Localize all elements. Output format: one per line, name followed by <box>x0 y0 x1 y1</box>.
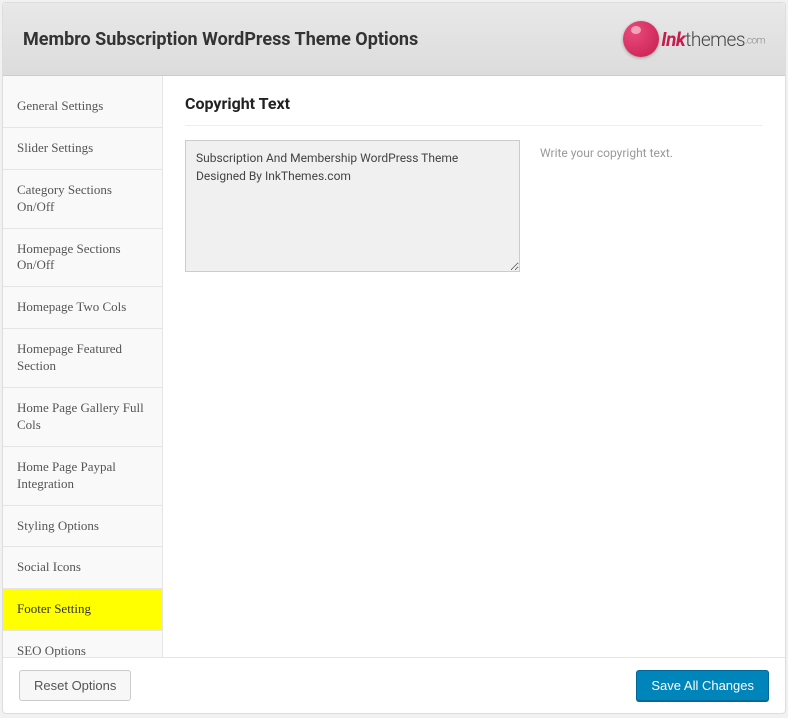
sidebar-item-label: General Settings <box>17 98 103 113</box>
reset-options-button[interactable]: Reset Options <box>19 670 131 701</box>
field-row: Write your copyright text. <box>185 140 763 272</box>
sidebar-item-social-icons[interactable]: Social Icons <box>3 547 162 589</box>
theme-options-panel: Membro Subscription WordPress Theme Opti… <box>2 2 786 714</box>
sidebar-item-category-sections[interactable]: Category Sections On/Off <box>3 170 162 229</box>
sidebar-item-homepage-featured[interactable]: Homepage Featured Section <box>3 329 162 388</box>
sidebar-item-label: Homepage Two Cols <box>17 299 126 314</box>
section-title: Copyright Text <box>185 94 763 126</box>
sidebar-item-label: Footer Setting <box>17 601 91 616</box>
panel-footer: Reset Options Save All Changes <box>3 657 785 713</box>
sidebar-item-footer-setting[interactable]: Footer Setting <box>3 589 162 631</box>
logo-icon <box>623 21 659 57</box>
sidebar-item-label: Styling Options <box>17 518 99 533</box>
sidebar-item-styling-options[interactable]: Styling Options <box>3 506 162 548</box>
sidebar-item-general-settings[interactable]: General Settings <box>3 86 162 128</box>
sidebar-item-homepage-two-cols[interactable]: Homepage Two Cols <box>3 287 162 329</box>
sidebar-item-homepage-sections[interactable]: Homepage Sections On/Off <box>3 229 162 288</box>
sidebar-item-label: Home Page Paypal Integration <box>17 459 116 491</box>
content-area: Copyright Text Write your copyright text… <box>163 76 785 657</box>
sidebar-item-label: Homepage Featured Section <box>17 341 122 373</box>
sidebar-item-label: Social Icons <box>17 559 81 574</box>
page-title: Membro Subscription WordPress Theme Opti… <box>23 29 418 50</box>
sidebar-item-label: Home Page Gallery Full Cols <box>17 400 144 432</box>
panel-body: General Settings Slider Settings Categor… <box>3 76 785 657</box>
sidebar-item-seo-options[interactable]: SEO Options <box>3 631 162 657</box>
copyright-text-input[interactable] <box>185 140 520 272</box>
sidebar-item-label: Category Sections On/Off <box>17 182 112 214</box>
sidebar-nav: General Settings Slider Settings Categor… <box>3 76 163 657</box>
sidebar-item-label: Slider Settings <box>17 140 93 155</box>
sidebar-item-slider-settings[interactable]: Slider Settings <box>3 128 162 170</box>
field-help-text: Write your copyright text. <box>540 140 673 272</box>
sidebar-item-paypal-integration[interactable]: Home Page Paypal Integration <box>3 447 162 506</box>
sidebar-item-label: Homepage Sections On/Off <box>17 241 121 273</box>
brand-logo: Inkthemes.com <box>623 21 765 57</box>
sidebar-item-gallery-full-cols[interactable]: Home Page Gallery Full Cols <box>3 388 162 447</box>
panel-header: Membro Subscription WordPress Theme Opti… <box>3 3 785 76</box>
logo-text: Inkthemes.com <box>661 28 765 51</box>
sidebar-item-label: SEO Options <box>17 643 86 657</box>
save-all-changes-button[interactable]: Save All Changes <box>636 670 769 701</box>
